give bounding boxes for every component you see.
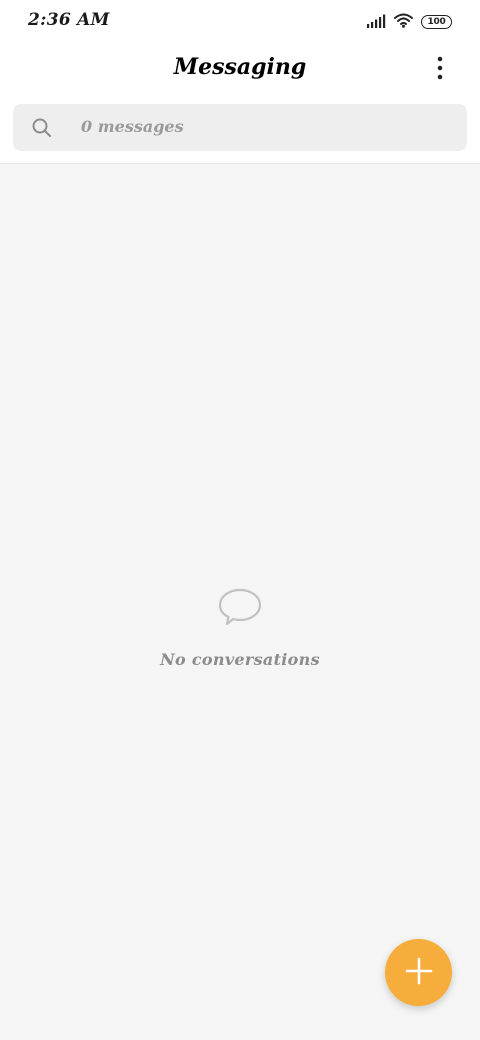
empty-state-text: No conversations (160, 650, 320, 669)
search-icon (31, 117, 53, 139)
plus-icon (405, 957, 433, 989)
more-options-button[interactable] (428, 56, 452, 84)
wifi-icon (394, 13, 413, 32)
search-placeholder: 0 messages (81, 117, 184, 136)
page-title: Messaging (173, 54, 307, 80)
battery-icon: 100 (421, 15, 452, 29)
status-bar: 2:36 AM 100 (0, 0, 480, 44)
empty-state: No conversations (0, 586, 480, 669)
title-bar: Messaging (0, 44, 480, 96)
chat-bubble-icon (216, 586, 264, 634)
more-vert-icon (437, 56, 443, 84)
new-conversation-button[interactable] (385, 939, 452, 1006)
top-area: 2:36 AM 100 Messaging 0 messages (0, 0, 480, 164)
status-icons: 100 (367, 12, 452, 32)
search-input[interactable]: 0 messages (13, 104, 467, 151)
status-time: 2:36 AM (28, 10, 110, 30)
signal-icon (367, 13, 386, 32)
